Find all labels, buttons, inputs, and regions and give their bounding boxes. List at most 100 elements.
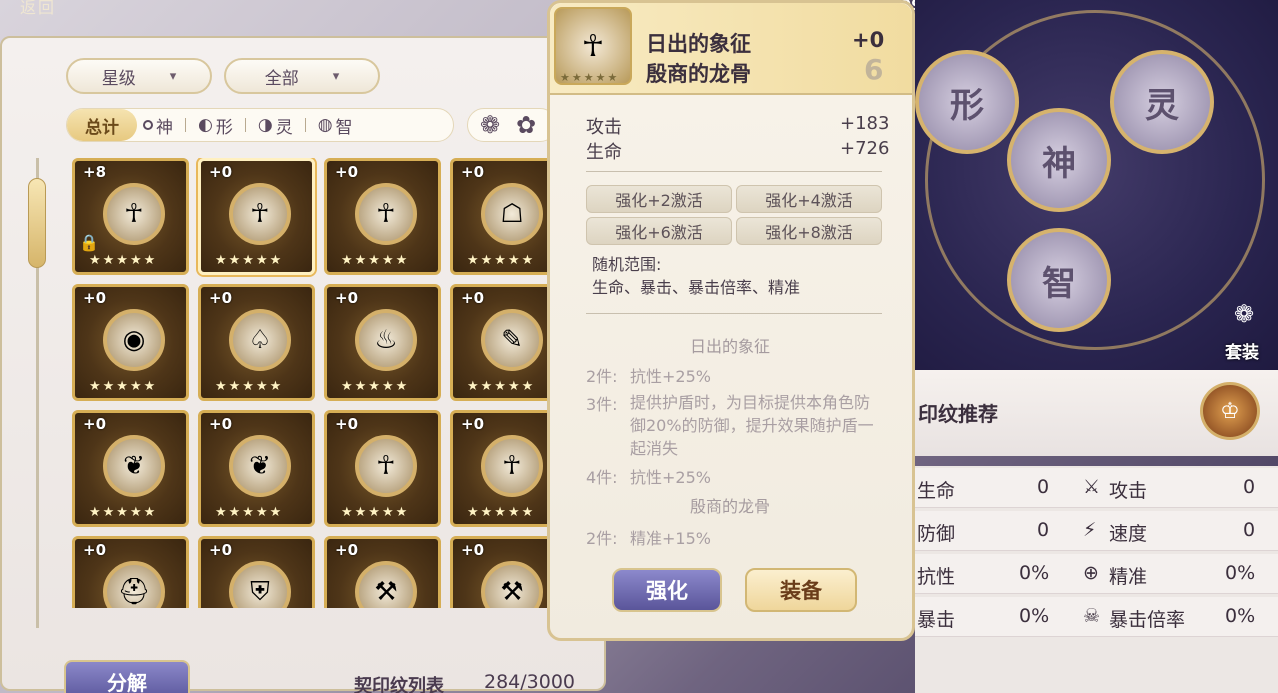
stat-hp-label: 生命 [586, 142, 622, 163]
shen-icon [143, 120, 153, 130]
item-stars: ★★★★★ [341, 379, 410, 394]
node-zhi[interactable]: 智 [1007, 228, 1111, 332]
item-level: +0 [461, 415, 485, 433]
stat-value: 0 [1243, 476, 1256, 498]
ankh-icon: ☥ [481, 435, 543, 497]
item-card[interactable]: +0⚒★★★★★ [450, 536, 552, 608]
enhance-slot-4: 强化+4激活 [736, 185, 882, 213]
axe-icon: ⚒ [355, 561, 417, 608]
chevron-down-icon: ▾ [332, 68, 340, 84]
set1-pieces: 3件: [586, 395, 618, 414]
decompose-button[interactable]: 分解 [64, 660, 190, 693]
item-stars: ★★★★★ [89, 505, 158, 520]
stat-label: 暴击 [917, 609, 956, 631]
divider [586, 171, 882, 172]
item-card[interactable]: +0 ☥ ★★★★★ [324, 158, 441, 275]
tab-ling[interactable]: ◑ 灵 [252, 113, 299, 138]
item-card[interactable]: +0 ◉ ★★★★★ [72, 284, 189, 401]
cauldron-icon: ♨ [355, 309, 417, 371]
node-shen[interactable]: 神 [1007, 108, 1111, 212]
item-card[interactable]: +0⛑★★★★★ [72, 536, 189, 608]
tab-xing-label: 形 [215, 117, 233, 138]
suit-icon[interactable]: ❁ [1222, 300, 1266, 336]
item-level: +0 [335, 415, 359, 433]
item-stars: ★★★★★ [215, 379, 284, 394]
item-card[interactable]: +0 ❦ ★★★★★ [198, 410, 315, 527]
node-xing[interactable]: 形 [915, 50, 1019, 154]
item-level: +0 [461, 163, 485, 181]
enhance-slot-2: 强化+2激活 [586, 185, 732, 213]
item-card[interactable]: +0 ☥ ★★★★★ [198, 158, 315, 275]
back-button[interactable]: 返回 [20, 0, 56, 18]
recommend-title: 印纹推荐 [918, 402, 998, 426]
ankh-icon: ☥ [355, 435, 417, 497]
skull-icon: ☠ [1083, 605, 1101, 627]
tab-xing[interactable]: ◐ 形 [192, 113, 239, 138]
random-range-text: 生命、暴击、暴击倍率、精准 [592, 278, 801, 297]
sword-icon: ⚔ [1083, 476, 1101, 498]
item-card[interactable]: +0 ☖ ★★★★★ [450, 158, 552, 275]
item-card[interactable]: +0 ♨ ★★★★★ [324, 284, 441, 401]
laurel-icon: ❦ [103, 435, 165, 497]
stat-label: 攻击 [1109, 480, 1148, 502]
upgrade-button[interactable]: 强化 [612, 568, 722, 612]
tab-shen-label: 神 [156, 117, 173, 138]
stat-value: 0 [1037, 476, 1050, 498]
item-slot-number: 6 [864, 53, 884, 86]
item-card[interactable]: +8 ☥ ★★★★★ 🔒 [72, 158, 189, 275]
xing-icon: ◐ [198, 115, 213, 135]
lock-icon: 🔒 [79, 233, 99, 252]
suit-label[interactable]: 套装 [1225, 338, 1259, 363]
item-level: +0 [209, 289, 233, 307]
item-level: +0 [461, 289, 485, 307]
star-filter-label: 星级 [101, 68, 136, 89]
equip-button[interactable]: 装备 [745, 568, 857, 612]
node-ling[interactable]: 灵 [1110, 50, 1214, 154]
node-zhi-label: 智 [1042, 263, 1076, 304]
stat-value: 0% [1019, 562, 1050, 584]
category-tabs: 总计 神 ◐ 形 ◑ 灵 ◍ 智 [66, 108, 454, 142]
item-stars: ★★★★★ [467, 253, 536, 268]
item-card[interactable]: +0 ☥ ★★★★★ [450, 410, 552, 527]
axe-icon: ⚒ [481, 561, 543, 608]
popup-header: ☥ ★★★★★ 日出的象征 殷商的龙骨 +0 6 [550, 3, 912, 95]
item-card[interactable]: +0⚒★★★★★ [324, 536, 441, 608]
random-range-title: 随机范围: [592, 255, 662, 274]
set-outline-icon: ✿ [516, 111, 537, 139]
tab-total-label: 总计 [85, 117, 119, 138]
inventory-panel: 星级 ▾ 全部 ▾ 总计 神 ◐ 形 ◑ 灵 ◍ 智 ❁ ✿ +8 ☥ ★★★★★ 🔒 +0 ☥ ★★… [0, 36, 606, 693]
tab-shen[interactable]: 神 [137, 113, 179, 138]
set1-effect: 提供护盾时，为目标提供本角色防御20%的防御，提升效果随护盾一起消失 [630, 393, 874, 458]
divider [244, 118, 246, 132]
item-name-secondary: 殷商的龙骨 [646, 62, 751, 86]
item-card[interactable]: +0 ✎ ★★★★★ [450, 284, 552, 401]
scrollbar[interactable] [28, 158, 46, 628]
stat-value: 0 [1243, 519, 1256, 541]
stat-hp-value: +726 [840, 138, 890, 159]
item-stars: ★★★★★ [467, 505, 536, 520]
tab-zhi[interactable]: ◍ 智 [312, 113, 359, 138]
tab-total[interactable]: 总计 [67, 109, 137, 141]
tab-ling-label: 灵 [275, 117, 293, 138]
type-filter-dropdown[interactable]: 全部 ▾ [224, 58, 380, 94]
trophy-icon[interactable]: ♔ [1200, 382, 1260, 440]
inventory-count: 284/3000 [484, 671, 576, 693]
item-grid: +8 ☥ ★★★★★ 🔒 +0 ☥ ★★★★★ +0 ☥ ★★★★★ +0 ☖ ★★★★★ +0 ◉ ★★★★… [72, 158, 552, 608]
item-card[interactable]: +0 ☥ ★★★★★ [324, 410, 441, 527]
item-stars: ★★★★★ [341, 505, 410, 520]
item-stars: ★★★★★ [215, 505, 284, 520]
item-card[interactable]: +0 ❦ ★★★★★ [72, 410, 189, 527]
stat-row: 暴击 0% ☠ 暴击倍率 0% [915, 597, 1278, 637]
set2-effect: 精准+15% [630, 529, 711, 548]
scroll-thumb[interactable] [28, 178, 46, 268]
item-card[interactable]: +0 ♤ ★★★★★ [198, 284, 315, 401]
item-card[interactable]: +0⛨★★★★★ [198, 536, 315, 608]
item-stars: ★★★★★ [215, 253, 284, 268]
stat-label: 防御 [917, 523, 956, 545]
set-filter-button[interactable]: ❁ ✿ [467, 108, 557, 142]
item-level: +0 [461, 541, 485, 559]
shield-icon: ⛨ [229, 561, 291, 608]
zhi-icon: ◍ [317, 115, 333, 135]
item-level: +0 [335, 289, 359, 307]
star-filter-dropdown[interactable]: 星级 ▾ [66, 58, 212, 94]
